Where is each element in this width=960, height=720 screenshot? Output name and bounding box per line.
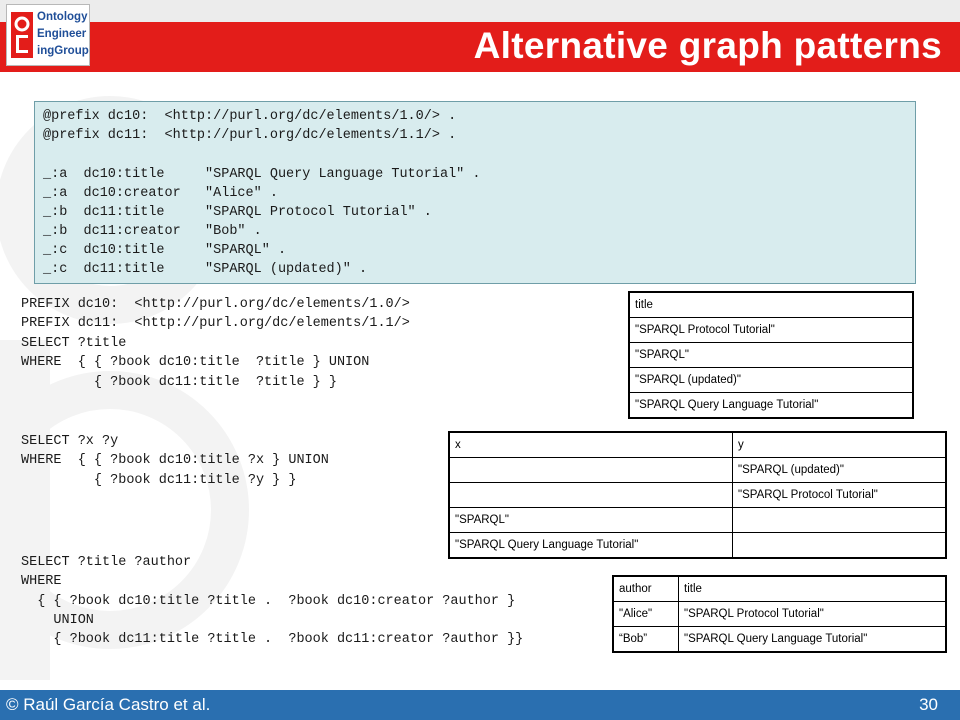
logo-text: Ontology Engineer ingGroup	[37, 11, 89, 57]
data-line: _:c dc11:title "SPARQL (updated)" .	[43, 262, 368, 277]
table-cell: "SPARQL (updated)"	[628, 367, 914, 393]
rdf-data-box: @prefix dc10: <http://purl.org/dc/elemen…	[34, 101, 916, 284]
slide-title: Alternative graph patterns	[473, 25, 942, 66]
table-cell: "SPARQL Query Language Tutorial"	[628, 392, 914, 419]
table-header-cell: title	[628, 291, 914, 318]
table-cell	[732, 532, 947, 559]
table-row: "SPARQL Protocol Tutorial"	[448, 482, 947, 508]
table-row: "Alice" "SPARQL Protocol Tutorial"	[612, 601, 947, 627]
table-row: "SPARQL Query Language Tutorial"	[448, 532, 947, 559]
query-line: SELECT ?title ?author	[21, 555, 192, 570]
table-row: "SPARQL (updated)"	[628, 367, 914, 393]
query-line: { ?book dc11:title ?title } }	[21, 375, 337, 390]
page-number: 30	[919, 695, 938, 714]
table-header-cell: x	[448, 431, 733, 458]
query-line: { ?book dc11:title ?title . ?book dc11:c…	[21, 632, 524, 647]
table-cell	[732, 507, 947, 533]
table-row: "SPARQL (updated)"	[448, 457, 947, 483]
footer-bar: © Raúl García Castro et al. 30	[0, 690, 960, 720]
table-header-row: author title	[612, 575, 947, 602]
data-line: _:b dc11:title "SPARQL Protocol Tutorial…	[43, 205, 432, 220]
table-cell: “Bob”	[612, 626, 679, 653]
query-line: PREFIX dc10: <http://purl.org/dc/element…	[21, 297, 410, 312]
table-header-cell: author	[612, 575, 679, 602]
query-line: { ?book dc11:title ?y } }	[21, 473, 297, 488]
table-row: "SPARQL"	[448, 507, 947, 533]
query-line: WHERE { { ?book dc10:title ?title } UNIO…	[21, 355, 370, 370]
copyright: © Raúl García Castro et al.	[6, 695, 211, 714]
table-cell: "SPARQL (updated)"	[732, 457, 947, 483]
table-header-cell: y	[732, 431, 947, 458]
table-row: "SPARQL"	[628, 342, 914, 368]
table-header-cell: title	[678, 575, 947, 602]
result-table-2: x y "SPARQL (updated)" "SPARQL Protocol …	[448, 431, 947, 559]
query-line: WHERE { { ?book dc10:title ?x } UNION	[21, 453, 329, 468]
oeg-logo: Ontology Engineer ingGroup	[6, 4, 90, 66]
table-cell: "SPARQL"	[448, 507, 733, 533]
data-line: _:a dc10:title "SPARQL Query Language Tu…	[43, 167, 481, 182]
result-table-1: title "SPARQL Protocol Tutorial" "SPARQL…	[628, 291, 914, 419]
top-strip	[0, 0, 960, 22]
query-line: WHERE	[21, 574, 62, 589]
table-cell: "SPARQL Query Language Tutorial"	[678, 626, 947, 653]
table-header-row: x y	[448, 431, 947, 458]
table-header-row: title	[628, 291, 914, 318]
data-line: _:a dc10:creator "Alice" .	[43, 186, 278, 201]
table-cell: "SPARQL"	[628, 342, 914, 368]
data-line: _:c dc10:title "SPARQL" .	[43, 243, 287, 258]
table-cell: "SPARQL Query Language Tutorial"	[448, 532, 733, 559]
query-line: SELECT ?title	[21, 336, 127, 351]
query-line: UNION	[21, 613, 94, 628]
query-line: SELECT ?x ?y	[21, 434, 119, 449]
result-table-3: author title "Alice" "SPARQL Protocol Tu…	[612, 575, 947, 653]
table-row: “Bob” "SPARQL Query Language Tutorial"	[612, 626, 947, 653]
query-line: { { ?book dc10:title ?title . ?book dc10…	[21, 594, 516, 609]
table-cell	[448, 482, 733, 508]
table-row: "SPARQL Query Language Tutorial"	[628, 392, 914, 419]
table-cell: "SPARQL Protocol Tutorial"	[732, 482, 947, 508]
logo-mark-icon	[11, 12, 33, 58]
table-cell: "Alice"	[612, 601, 679, 627]
query-line: PREFIX dc11: <http://purl.org/dc/element…	[21, 316, 410, 331]
table-cell: "SPARQL Protocol Tutorial"	[628, 317, 914, 343]
table-cell: "SPARQL Protocol Tutorial"	[678, 601, 947, 627]
table-row: "SPARQL Protocol Tutorial"	[628, 317, 914, 343]
table-cell	[448, 457, 733, 483]
data-line: @prefix dc10: <http://purl.org/dc/elemen…	[43, 109, 457, 124]
data-line: @prefix dc11: <http://purl.org/dc/elemen…	[43, 128, 457, 143]
data-line: _:b dc11:creator "Bob" .	[43, 224, 262, 239]
